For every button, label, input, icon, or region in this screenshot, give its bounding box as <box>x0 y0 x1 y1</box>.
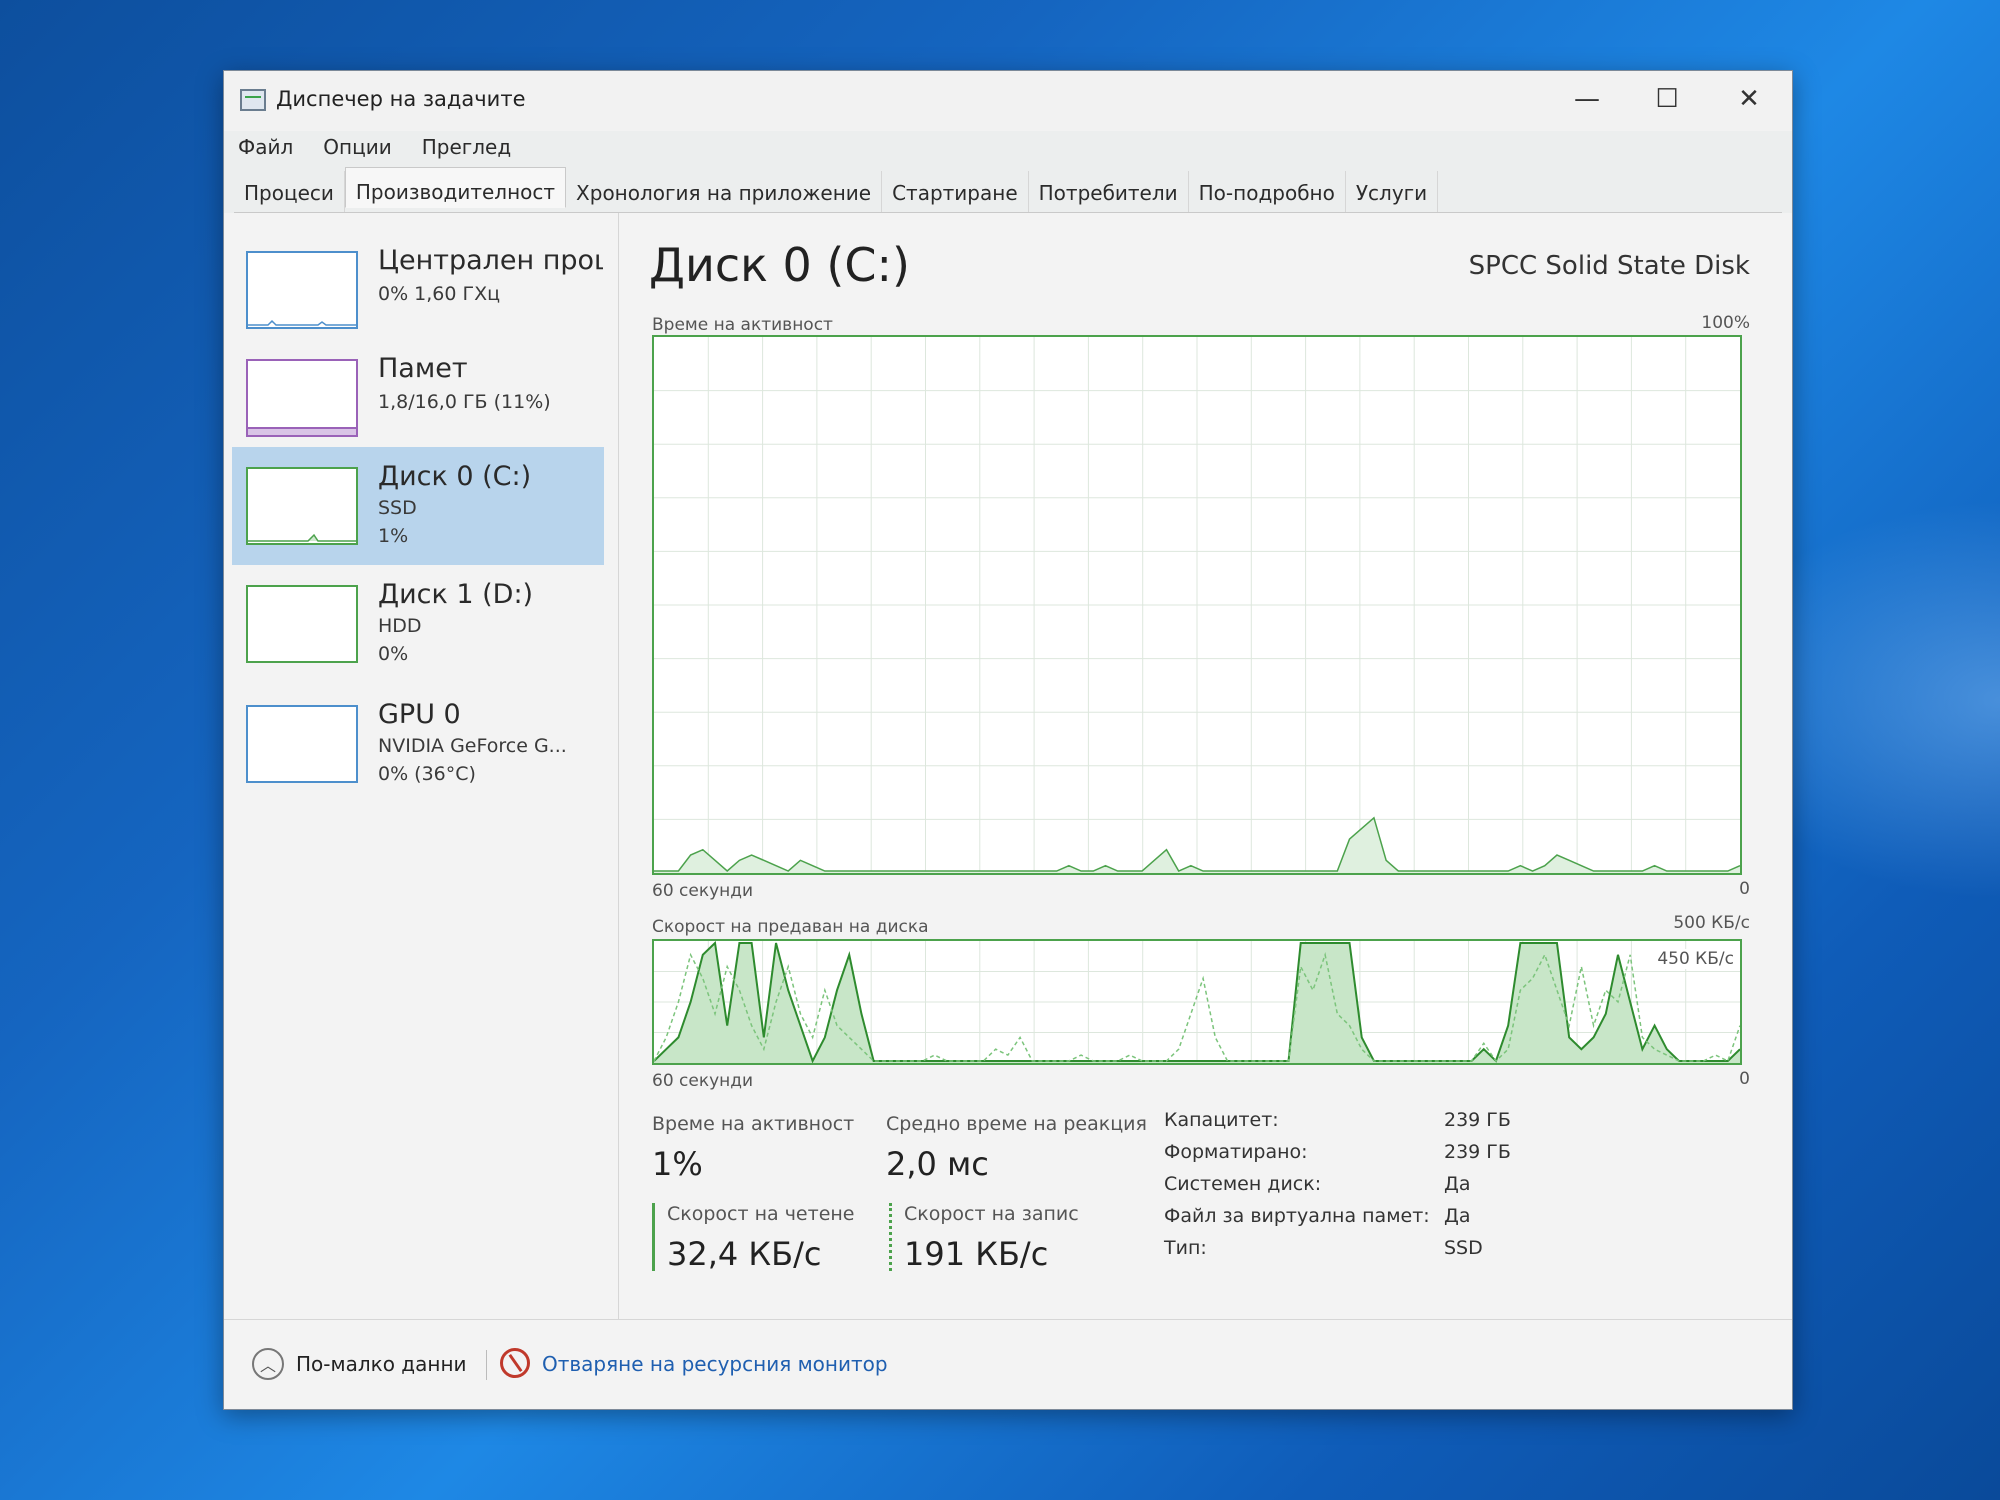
sidebar-disk1-usage: 0% <box>378 643 409 665</box>
read-speed-value: 32,4 КБ/с <box>667 1235 822 1273</box>
footer-separator <box>486 1350 487 1380</box>
active-time-graph-label: Време на активност <box>652 315 833 335</box>
response-time-value: 2,0 мс <box>886 1145 989 1183</box>
prop-page-file-value: Да <box>1444 1205 1471 1227</box>
transfer-rate-graph: 450 КБ/с <box>652 939 1742 1065</box>
cpu-thumbnail-line <box>248 319 356 326</box>
tab-details[interactable]: По-подробно <box>1189 171 1346 212</box>
prop-page-file-label: Файл за виртуална памет: <box>1164 1205 1430 1227</box>
menu-file[interactable]: Файл <box>236 133 295 167</box>
transfer-graph-xlabel: 60 секунди <box>652 1071 754 1091</box>
sidebar-memory-usage: 1,8/16,0 ГБ (11%) <box>378 391 551 413</box>
tab-startup[interactable]: Стартиране <box>882 171 1029 212</box>
active-time-graph-svg <box>654 337 1740 873</box>
disk-detail-panel: Диск 0 (C:) SPCC Solid State Disk Време … <box>649 213 1762 1319</box>
tab-services[interactable]: Услуги <box>1346 171 1439 212</box>
menu-options[interactable]: Опции <box>321 133 393 167</box>
memory-thumbnail-graph <box>246 359 358 437</box>
sidebar-item-gpu[interactable]: GPU 0 NVIDIA GeForce G... 0% (36°C) <box>232 685 604 803</box>
task-manager-icon <box>240 89 266 111</box>
disk-model: SPCC Solid State Disk <box>1468 251 1750 281</box>
prop-capacity-value: 239 ГБ <box>1444 1109 1511 1131</box>
menu-bar: Файл Опции Преглед <box>236 133 513 167</box>
disk-title: Диск 0 (C:) <box>649 238 910 292</box>
chevron-up-icon[interactable]: ︿ <box>252 1348 284 1380</box>
transfer-graph-inner-max: 450 КБ/с <box>1657 949 1734 969</box>
transfer-graph-min: 0 <box>1739 1069 1750 1089</box>
sidebar-disk1-name: Диск 1 (D:) <box>378 579 534 610</box>
prop-type-value: SSD <box>1444 1237 1483 1259</box>
write-speed-marker <box>889 1203 892 1271</box>
active-time-label: Време на активност <box>652 1113 855 1135</box>
tab-performance[interactable]: Производителност <box>344 167 567 208</box>
active-time-graph <box>652 335 1742 875</box>
prop-system-disk-label: Системен диск: <box>1164 1173 1322 1195</box>
sidebar-gpu-usage: 0% (36°C) <box>378 763 476 785</box>
active-time-value: 1% <box>652 1145 703 1183</box>
prop-type-label: Тип: <box>1164 1237 1207 1259</box>
active-time-graph-min: 0 <box>1739 879 1750 899</box>
resource-sidebar: Централен проце 0% 1,60 ГХц Памет 1,8/16… <box>224 213 619 1319</box>
sidebar-cpu-name: Централен проце <box>378 245 603 276</box>
sidebar-gpu-name: GPU 0 <box>378 699 461 730</box>
footer-bar: ︿ По-малко данни Отваряне на ресурсния м… <box>224 1319 1792 1409</box>
sidebar-item-cpu[interactable]: Централен проце 0% 1,60 ГХц <box>232 231 604 349</box>
prop-formatted-value: 239 ГБ <box>1444 1141 1511 1163</box>
open-resource-monitor-link[interactable]: Отваряне на ресурсния монитор <box>542 1352 888 1376</box>
sidebar-gpu-model: NVIDIA GeForce G... <box>378 735 567 757</box>
sidebar-disk1-type: HDD <box>378 615 422 637</box>
sidebar-disk0-usage: 1% <box>378 525 409 547</box>
cpu-thumbnail-graph <box>246 251 358 329</box>
fewer-details-link[interactable]: По-малко данни <box>296 1352 467 1376</box>
prop-system-disk-value: Да <box>1444 1173 1471 1195</box>
tab-bar: Процеси Производителност Хронология на п… <box>234 167 1782 213</box>
sidebar-item-memory[interactable]: Памет 1,8/16,0 ГБ (11%) <box>232 339 604 457</box>
minimize-button[interactable]: — <box>1552 77 1622 121</box>
task-manager-window: Диспечер на задачите — ☐ ✕ Файл Опции Пр… <box>223 70 1793 1410</box>
close-button[interactable]: ✕ <box>1714 77 1784 121</box>
sidebar-memory-name: Памет <box>378 353 468 384</box>
tab-users[interactable]: Потребители <box>1029 171 1189 212</box>
active-time-graph-xlabel: 60 секунди <box>652 881 754 901</box>
gpu-thumbnail-graph <box>246 705 358 783</box>
maximize-button[interactable]: ☐ <box>1632 77 1702 121</box>
sidebar-item-disk0[interactable]: Диск 0 (C:) SSD 1% <box>232 447 604 565</box>
active-time-graph-max: 100% <box>1701 313 1750 333</box>
sidebar-disk0-name: Диск 0 (C:) <box>378 461 532 492</box>
menu-view[interactable]: Преглед <box>420 133 513 167</box>
read-speed-label: Скорост на четене <box>667 1203 855 1225</box>
performance-content: Централен проце 0% 1,60 ГХц Памет 1,8/16… <box>224 213 1792 1409</box>
prop-capacity-label: Капацитет: <box>1164 1109 1279 1131</box>
write-speed-value: 191 КБ/с <box>904 1235 1049 1273</box>
disk1-thumbnail-graph <box>246 585 358 663</box>
resource-monitor-icon[interactable] <box>500 1348 530 1378</box>
read-speed-marker <box>652 1203 655 1271</box>
transfer-graph-max: 500 КБ/с <box>1673 913 1750 933</box>
tab-processes[interactable]: Процеси <box>234 171 345 212</box>
response-time-label: Средно време на реакция <box>886 1113 1147 1135</box>
memory-fill <box>248 427 356 435</box>
window-title: Диспечер на задачите <box>276 87 526 111</box>
sidebar-cpu-usage: 0% 1,60 ГХц <box>378 283 501 305</box>
title-bar[interactable]: Диспечер на задачите — ☐ ✕ <box>224 71 1792 131</box>
sidebar-item-disk1[interactable]: Диск 1 (D:) HDD 0% <box>232 565 604 683</box>
disk0-thumbnail-line <box>248 533 356 542</box>
sidebar-disk0-type: SSD <box>378 497 417 519</box>
transfer-graph-label: Скорост на предаван на диска <box>652 917 929 937</box>
disk0-thumbnail-graph <box>246 467 358 545</box>
prop-formatted-label: Форматирано: <box>1164 1141 1308 1163</box>
transfer-rate-graph-svg <box>654 941 1740 1063</box>
write-speed-label: Скорост на запис <box>904 1203 1079 1225</box>
tab-app-history[interactable]: Хронология на приложение <box>566 171 883 212</box>
